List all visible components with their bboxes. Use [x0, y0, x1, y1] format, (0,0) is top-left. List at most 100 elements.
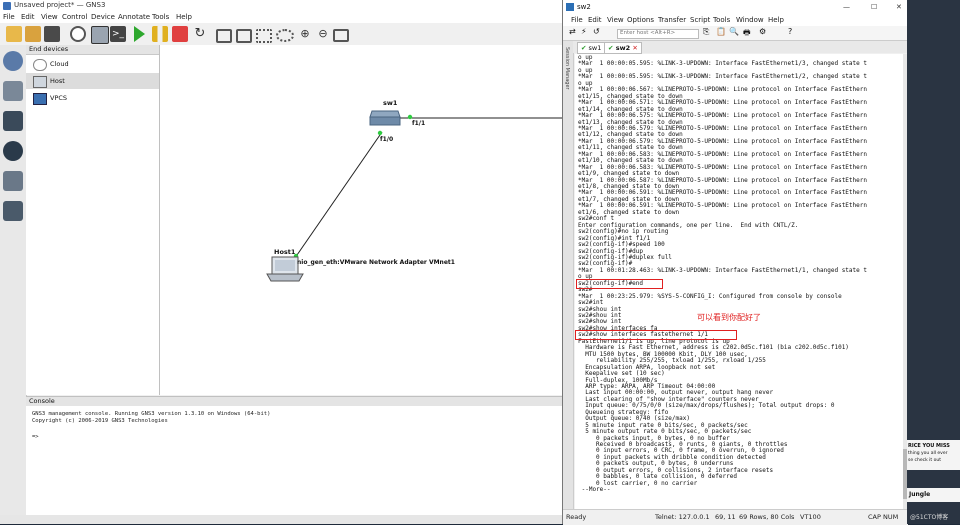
menu-file[interactable]: File	[3, 13, 15, 21]
crt-menu-window[interactable]: Window	[736, 16, 764, 24]
crt-menu-edit[interactable]: Edit	[588, 16, 602, 24]
end-devices-title: End devices	[29, 45, 69, 53]
start-all-icon[interactable]	[134, 26, 145, 42]
device-label: VPCS	[50, 94, 68, 102]
draw-ellipse-icon[interactable]	[276, 29, 294, 42]
menu-annotate[interactable]: Annotate	[118, 13, 150, 21]
connected-check-icon: ✔	[608, 44, 614, 52]
find-icon[interactable]: 🔍	[729, 27, 739, 36]
switch-sw1[interactable]	[369, 110, 401, 126]
routers-icon[interactable]	[3, 51, 23, 71]
menu-control[interactable]: Control	[62, 13, 87, 21]
console-prompt[interactable]: =>	[32, 434, 39, 440]
terminal-line: *Mar 1 00:01:28.463: %LINK-3-UPDOWN: Int…	[578, 266, 867, 274]
help-icon[interactable]: ?	[788, 27, 792, 36]
crt-menu-transfer[interactable]: Transfer	[658, 16, 686, 24]
crt-menu-tools[interactable]: Tools	[713, 16, 730, 24]
menu-tools[interactable]: Tools	[152, 13, 169, 21]
zoom-out-icon[interactable]: ⊖	[315, 26, 331, 42]
console-line: Copyright (c) 2006-2019 GNS3 Technologie…	[32, 418, 168, 424]
suspend-all-icon[interactable]	[152, 26, 168, 42]
gns3-menu-bar: File Edit View Control Device Annotate T…	[0, 12, 570, 23]
device-label: Host	[50, 77, 65, 85]
host-input[interactable]: Enter host <Alt+R>	[617, 29, 699, 39]
settings-icon[interactable]: ⚙	[759, 27, 766, 36]
connected-check-icon: ✔	[581, 44, 587, 52]
vpcs-icon	[33, 93, 47, 105]
console-all-icon[interactable]: >_	[110, 26, 126, 42]
menu-help[interactable]: Help	[176, 13, 192, 21]
quick-connect-icon[interactable]: ⚡	[581, 27, 587, 36]
status-ready: Ready	[566, 513, 587, 521]
tab-sw1[interactable]: ✔ sw1	[577, 42, 606, 54]
ad-text-3: se check it out	[908, 458, 941, 463]
copy-icon[interactable]: ⎘	[703, 27, 709, 37]
topology-canvas[interactable]: sw1 f1/1 f1/0 Host1 nio_gen_eth:VMware N…	[160, 45, 570, 395]
gns3-status-bar	[0, 515, 570, 524]
host-interface-label: nio_gen_eth:VMware Network Adapter VMnet…	[297, 259, 455, 266]
screenshot-icon[interactable]	[333, 29, 349, 42]
menu-edit[interactable]: Edit	[21, 13, 35, 21]
crt-menu-bar: File Edit View Options Transfer Script T…	[563, 14, 908, 26]
all-devices-icon[interactable]	[3, 171, 23, 191]
add-note-icon[interactable]	[216, 29, 232, 43]
device-item-host[interactable]: Host	[26, 73, 159, 89]
console-title: Console	[29, 397, 55, 405]
tab-label: sw2	[615, 44, 631, 52]
security-devices-icon[interactable]	[3, 141, 23, 161]
maximize-button[interactable]: ☐	[871, 3, 877, 11]
switches-icon[interactable]	[3, 81, 23, 101]
status-size: 69 Rows, 80 Cols	[739, 513, 795, 521]
paste-icon[interactable]: 📋	[716, 27, 726, 36]
show-interface-labels-icon[interactable]	[91, 26, 109, 44]
new-project-icon[interactable]	[6, 26, 22, 42]
crt-menu-file[interactable]: File	[571, 16, 583, 24]
snapshot-icon[interactable]	[70, 26, 86, 42]
device-item-cloud[interactable]: Cloud	[26, 56, 159, 72]
port-dot-f1-0	[377, 130, 383, 136]
tab-close-icon[interactable]: ✕	[632, 44, 637, 52]
open-project-icon[interactable]	[25, 26, 41, 42]
device-item-vpcs[interactable]: VPCS	[26, 90, 159, 106]
crt-menu-help[interactable]: Help	[768, 16, 784, 24]
tab-sw2[interactable]: ✔ sw2 ✕	[604, 42, 642, 54]
status-telnet: Telnet: 127.0.0.1	[655, 513, 710, 521]
stop-all-icon[interactable]	[172, 26, 188, 42]
ad-panel: RICE YOU MISS thing you all ever se chec…	[907, 440, 960, 470]
switch-label[interactable]: sw1	[383, 99, 397, 107]
host-icon	[33, 76, 47, 88]
menu-device[interactable]: Device	[91, 13, 115, 21]
terminal-line: *Mar 1 00:00:05.595: %LINK-3-UPDOWN: Int…	[578, 60, 867, 68]
ad-text-2: thing you all ever	[908, 451, 948, 456]
crt-menu-view[interactable]: View	[607, 16, 624, 24]
add-link-icon[interactable]	[3, 201, 23, 221]
highlight-show-box	[575, 330, 737, 341]
print-icon[interactable]: 🖶	[743, 27, 751, 41]
highlight-end-box	[576, 278, 663, 289]
device-type-dock	[0, 45, 27, 515]
insert-picture-icon[interactable]	[236, 29, 252, 43]
menu-view[interactable]: View	[41, 13, 58, 21]
minimize-button[interactable]: —	[843, 3, 850, 11]
crt-menu-script[interactable]: Script	[690, 16, 710, 24]
save-project-icon[interactable]	[44, 26, 60, 42]
terminal-output[interactable]: o up *Mar 1 00:00:05.595: %LINK-3-UPDOWN:…	[575, 54, 903, 509]
gns3-toolbar: >_ ↻ ⊕ ⊖	[0, 23, 570, 46]
draw-rectangle-icon[interactable]	[256, 29, 272, 43]
host-label[interactable]: Host1	[274, 248, 295, 256]
securecrt-window: sw2 — ☐ ✕ File Edit View Options Transfe…	[562, 0, 908, 525]
end-devices-header: End devices	[26, 45, 159, 55]
crt-status-bar: Ready Telnet: 127.0.0.1 69, 11 69 Rows, …	[563, 509, 908, 525]
console-line: GNS3 management console. Running GNS3 ve…	[32, 411, 271, 417]
session-manager-sidebar[interactable]: Session Manager	[563, 41, 574, 511]
link-f1-0[interactable]	[296, 131, 383, 256]
session-manager-label: Session Manager	[564, 47, 570, 90]
connect-icon[interactable]: ⇄	[569, 27, 576, 36]
reconnect-icon[interactable]: ↺	[593, 27, 600, 36]
crt-menu-options[interactable]: Options	[627, 16, 654, 24]
close-button[interactable]: ✕	[896, 3, 902, 11]
zoom-in-icon[interactable]: ⊕	[297, 26, 313, 42]
end-devices-icon[interactable]	[3, 111, 23, 131]
console-header: Console	[26, 397, 570, 406]
reload-all-icon[interactable]: ↻	[192, 26, 208, 42]
